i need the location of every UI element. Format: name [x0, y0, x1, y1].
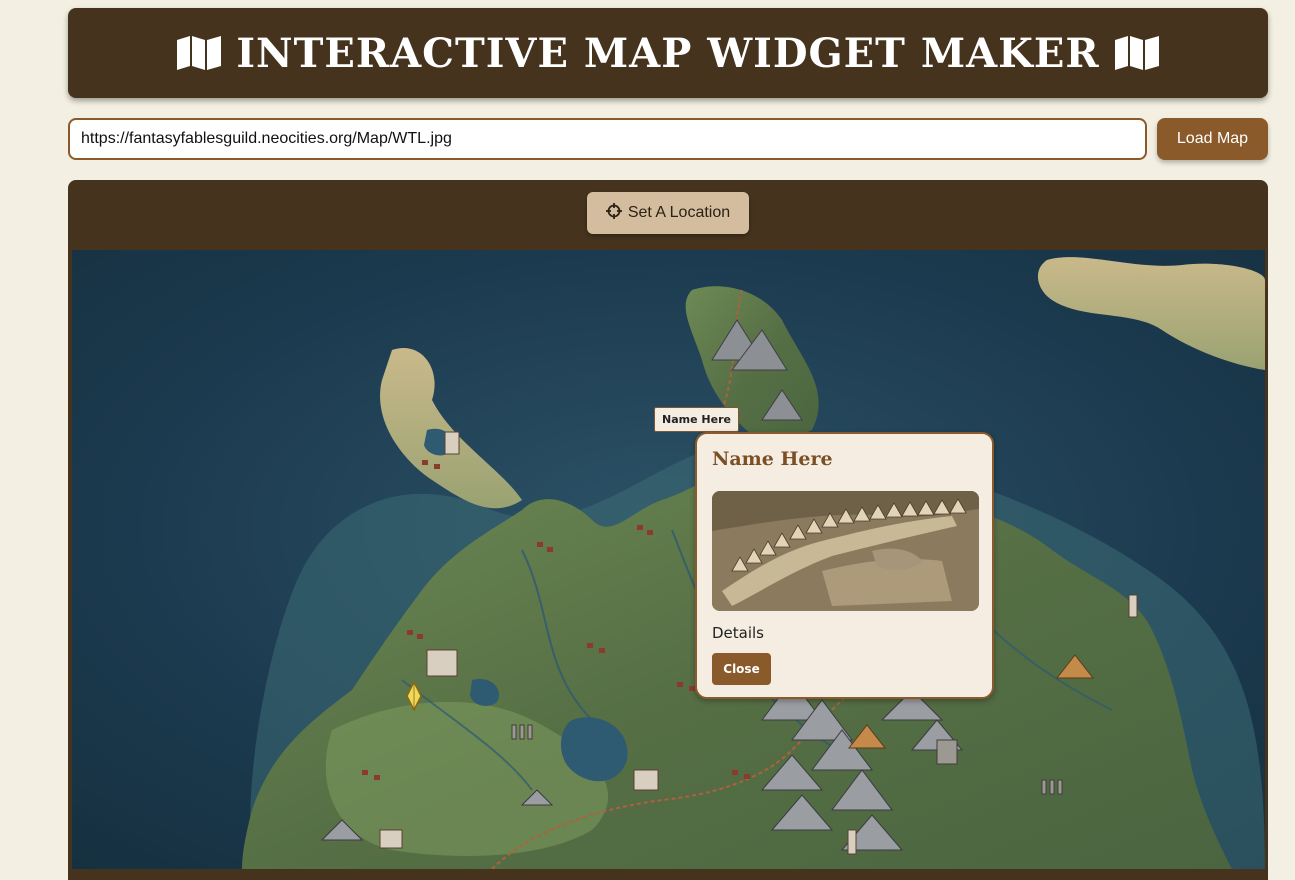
- map-canvas[interactable]: [72, 250, 1265, 869]
- location-popup: Name Here Details Close: [695, 432, 994, 699]
- popup-details: Details: [712, 624, 765, 642]
- app-header: INTERACTIVE MAP WIDGET MAKER: [68, 8, 1268, 98]
- set-location-label: Set A Location: [627, 204, 731, 221]
- page-title: INTERACTIVE MAP WIDGET MAKER: [236, 29, 1100, 77]
- diamond-marker-icon: [406, 680, 422, 715]
- set-location-button[interactable]: Set A Location: [587, 192, 749, 234]
- popup-title: Name Here: [712, 448, 833, 470]
- map-icon: [176, 35, 222, 71]
- map-icon: [1114, 35, 1160, 71]
- map-image: [72, 250, 1265, 869]
- close-popup-button[interactable]: Close: [712, 653, 771, 685]
- location-marker[interactable]: [406, 680, 422, 715]
- location-name-tag[interactable]: Name Here: [654, 407, 739, 432]
- load-map-button[interactable]: Load Map: [1157, 118, 1268, 160]
- location-image: [712, 491, 979, 611]
- crosshair-icon: [605, 202, 622, 224]
- map-url-input[interactable]: [68, 118, 1147, 160]
